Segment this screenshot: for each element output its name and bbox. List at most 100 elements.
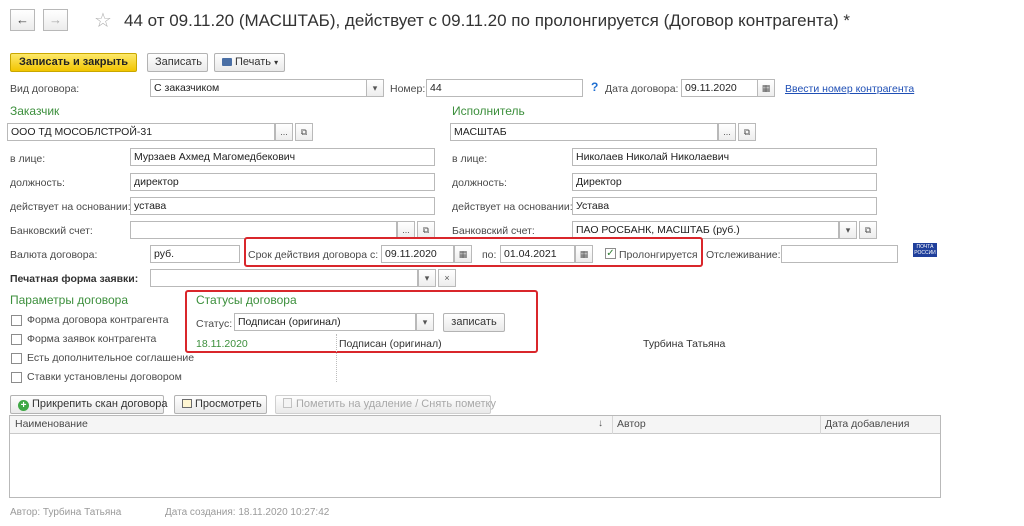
contract-date-label: Дата договора: [605, 83, 679, 95]
contractor-name-field[interactable]: МАСШТАБ [450, 123, 718, 141]
files-table[interactable]: Наименование ↓ Автор Дата добавления [9, 415, 941, 498]
page-title: 44 от 09.11.20 (МАСШТАБ), действует с 09… [124, 11, 851, 30]
column-name-header[interactable]: Наименование [15, 418, 88, 430]
contract-date-field[interactable]: 09.11.2020 [681, 79, 758, 97]
status-history-date: 18.11.2020 [196, 338, 248, 350]
status-column-divider [336, 334, 337, 382]
clear-icon[interactable]: × [438, 269, 456, 287]
option-label: Форма договора контрагента [27, 314, 169, 326]
validity-to-field[interactable]: 01.04.2021 [500, 245, 575, 263]
statuses-heading: Статусы договора [196, 293, 297, 307]
option-checkbox[interactable] [11, 315, 22, 326]
view-label: Просмотреть [195, 398, 262, 410]
number-label: Номер: [390, 83, 426, 95]
customer-open-icon[interactable]: ⧉ [295, 123, 313, 141]
calendar-icon[interactable]: ▦ [575, 245, 593, 263]
contractor-open-icon[interactable]: ⧉ [738, 123, 756, 141]
status-save-button[interactable]: записать [443, 313, 505, 332]
customer-select-button[interactable]: ... [275, 123, 293, 141]
mark-delete-button[interactable]: Пометить на удаление / Снять пометку [275, 395, 496, 414]
number-field[interactable]: 44 [426, 79, 583, 97]
print-form-label: Печатная форма заявки: [10, 273, 139, 285]
customer-heading: Заказчик [10, 104, 60, 118]
validity-from-field[interactable]: 09.11.2020 [381, 245, 454, 263]
validity-from-label: Срок действия договора с: [248, 249, 379, 261]
option-checkbox[interactable] [11, 353, 22, 364]
contractor-position-field[interactable]: Директор [572, 173, 877, 191]
mark-delete-label: Пометить на удаление / Снять пометку [296, 398, 496, 410]
tracking-field[interactable] [781, 245, 898, 263]
chevron-down-icon: ▾ [424, 273, 430, 283]
printer-icon [222, 58, 232, 66]
chevron-down-icon: ▾ [845, 225, 851, 235]
option-checkbox[interactable] [11, 334, 22, 345]
add-icon: + [18, 400, 29, 411]
prolongation-checkbox[interactable]: ✓ [605, 248, 616, 259]
enter-counterparty-number-link[interactable]: Ввести номер контрагента [785, 83, 914, 95]
contract-type-dropdown[interactable]: ▾ [366, 79, 384, 97]
calendar-icon[interactable]: ▦ [454, 245, 472, 263]
option-label: Форма заявок контрагента [27, 333, 157, 345]
chevron-down-icon: ▾ [372, 83, 378, 93]
prolongation-label: Пролонгируется [619, 249, 698, 261]
column-divider [612, 416, 613, 434]
arrow-left-icon: ← [16, 12, 29, 27]
favorite-star-icon[interactable]: ☆ [94, 8, 112, 33]
customer-basis-field[interactable]: устава [130, 197, 435, 215]
contractor-bank-open-icon[interactable]: ⧉ [859, 221, 877, 239]
option-checkbox[interactable] [11, 372, 22, 383]
currency-label: Валюта договора: [10, 249, 98, 261]
status-label: Статус: [196, 318, 233, 330]
contractor-represented-by-field[interactable]: Николаев Николай Николаевич [572, 148, 877, 166]
status-history-user: Турбина Татьяна [643, 338, 726, 350]
customer-position-label: должность: [10, 177, 65, 189]
attach-scan-button[interactable]: + Прикрепить скан договора [10, 395, 168, 414]
contractor-heading: Исполнитель [452, 104, 525, 118]
customer-position-field[interactable]: директор [130, 173, 435, 191]
chevron-down-icon: ▾ [422, 317, 428, 327]
contractor-select-button[interactable]: ... [718, 123, 736, 141]
currency-field[interactable]: руб. [150, 245, 240, 263]
calendar-icon[interactable]: ▦ [757, 79, 775, 97]
print-form-dropdown[interactable]: ▾ [418, 269, 436, 287]
delete-mark-icon [283, 398, 292, 408]
back-button[interactable]: ← [10, 9, 35, 31]
save-and-close-button[interactable]: Записать и закрыть [10, 53, 137, 72]
russian-post-logo[interactable]: ПОЧТА РОССИИ [913, 243, 937, 257]
forward-button[interactable]: → [43, 9, 68, 31]
help-icon[interactable]: ? [591, 80, 598, 94]
footer-author: Автор: Турбина Татьяна [10, 507, 122, 518]
contractor-basis-field[interactable]: Устава [572, 197, 877, 215]
view-icon [182, 399, 192, 408]
contractor-bank-dropdown[interactable]: ▾ [839, 221, 857, 239]
contract-type-field[interactable]: С заказчиком [150, 79, 367, 97]
view-button[interactable]: Просмотреть [174, 395, 267, 414]
tracking-label: Отслеживание: [706, 249, 781, 261]
status-dropdown[interactable]: ▾ [416, 313, 434, 331]
attach-scan-label: Прикрепить скан договора [32, 398, 168, 410]
validity-to-label: по: [482, 249, 497, 261]
customer-represented-by-field[interactable]: Мурзаев Ахмед Магомедбекович [130, 148, 435, 166]
sort-down-icon[interactable]: ↓ [598, 418, 603, 429]
print-form-field[interactable] [150, 269, 418, 287]
customer-represented-by-label: в лице: [10, 153, 46, 165]
contract-type-label: Вид договора: [10, 83, 80, 95]
customer-basis-label: действует на основании: [10, 201, 131, 213]
print-dropdown-button[interactable]: Печать ▾ [214, 53, 285, 72]
contractor-basis-label: действует на основании: [452, 201, 573, 213]
column-date-added-header[interactable]: Дата добавления [825, 418, 909, 430]
column-author-header[interactable]: Автор [617, 418, 646, 430]
option-label: Ставки установлены договором [27, 371, 182, 383]
footer-created: Дата создания: 18.11.2020 10:27:42 [165, 507, 330, 518]
option-label: Есть дополнительное соглашение [27, 352, 195, 364]
table-header: Наименование ↓ Автор Дата добавления [10, 416, 940, 434]
contractor-position-label: должность: [452, 177, 507, 189]
customer-name-field[interactable]: ООО ТД МОСОБЛСТРОЙ-31 [7, 123, 275, 141]
contractor-represented-by-label: в лице: [452, 153, 488, 165]
status-history-status: Подписан (оригинал) [339, 338, 442, 350]
save-button[interactable]: Записать [147, 53, 208, 72]
status-select[interactable]: Подписан (оригинал) [234, 313, 416, 331]
checkmark-icon: ✓ [606, 248, 615, 259]
print-label: Печать [235, 56, 272, 68]
chevron-down-icon: ▾ [274, 58, 279, 67]
